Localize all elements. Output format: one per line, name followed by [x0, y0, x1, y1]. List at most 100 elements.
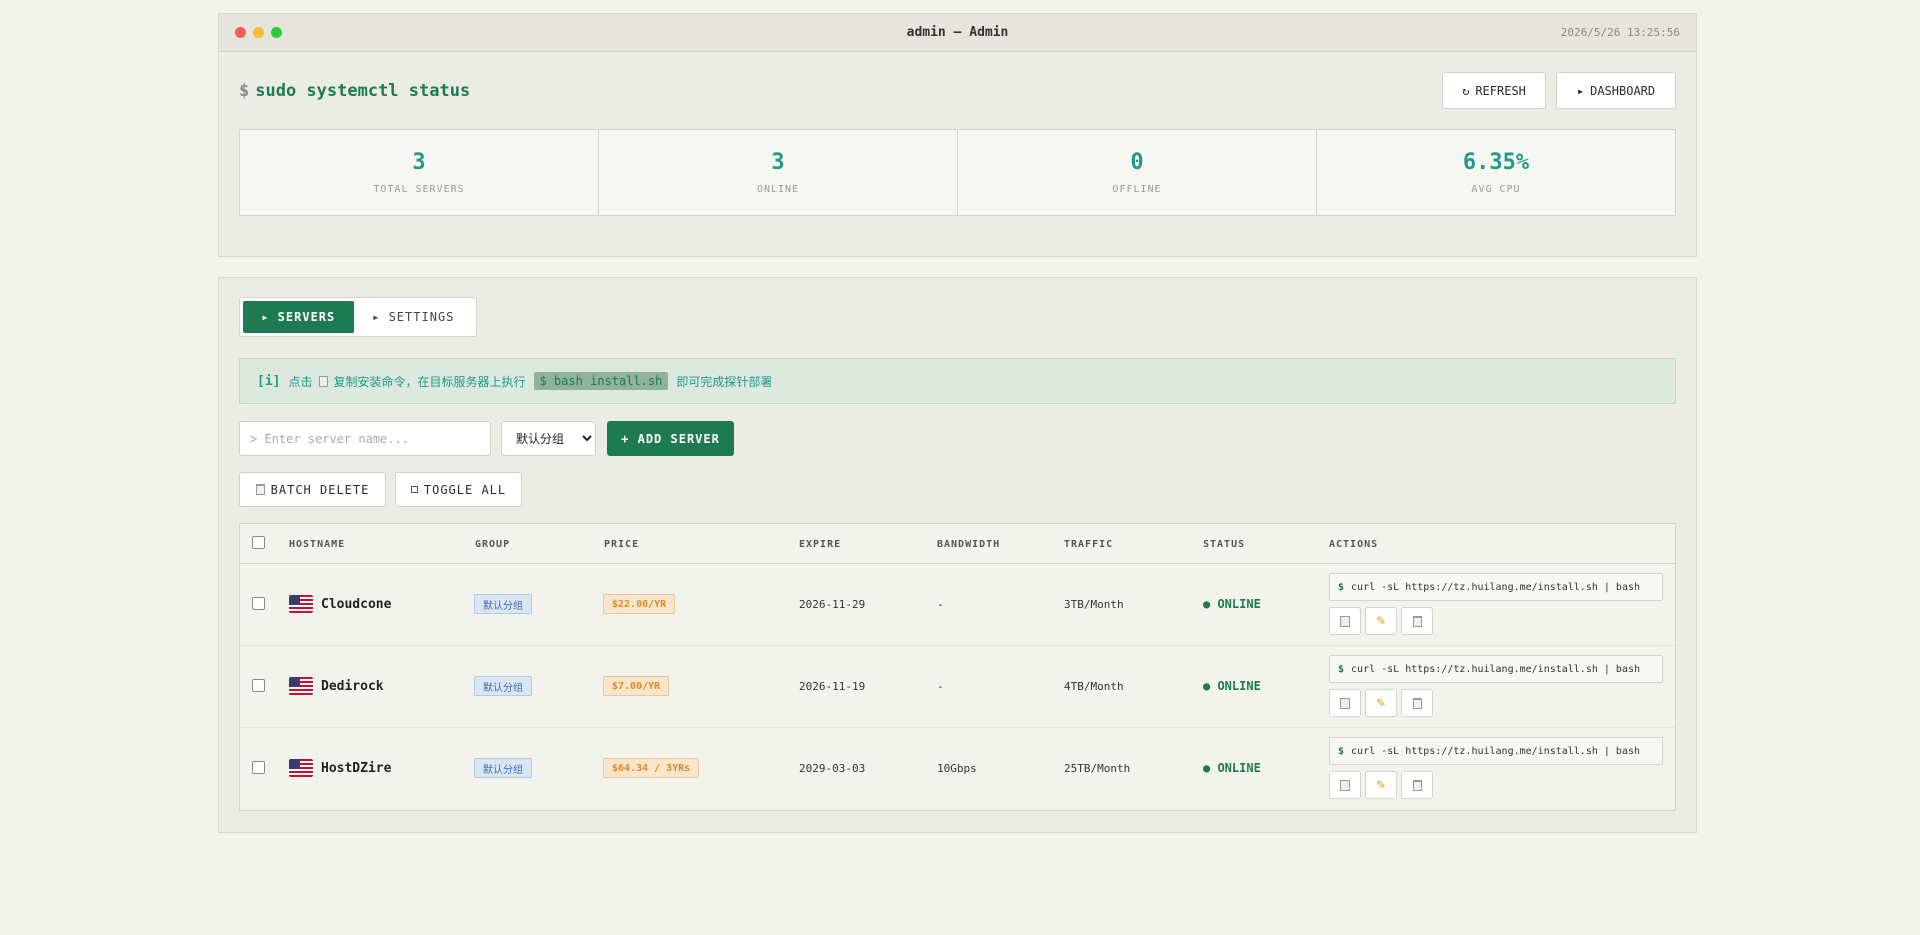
add-server-button[interactable]: + ADD SERVER [607, 421, 734, 456]
info-text-mid: 复制安装命令，在目标服务器上执行 [333, 374, 526, 389]
stats-row: 3 TOTAL SERVERS 3 ONLINE 0 OFFLINE 6.35%… [239, 129, 1676, 216]
info-text-before: 点击 [288, 374, 313, 389]
traffic: 4TB/Month [1064, 680, 1124, 693]
col-bandwidth: BANDWIDTH [937, 539, 1001, 550]
clipboard-icon [318, 375, 328, 387]
price-badge: $64.34 / 3YRs [603, 758, 700, 778]
group-badge: 默认分组 [474, 758, 532, 778]
play-icon: ▸ [1576, 83, 1585, 98]
install-info-banner: [i] 点击 复制安装命令，在目标服务器上执行 $ bash install.s… [239, 358, 1676, 404]
info-tag: [i] [257, 373, 281, 389]
col-hostname: HOSTNAME [289, 539, 346, 550]
delete-button[interactable] [1401, 771, 1433, 799]
hostname: HostDZire [321, 761, 392, 776]
us-flag-icon [289, 677, 313, 695]
row-checkbox[interactable] [252, 597, 265, 610]
edit-button[interactable]: ✎ [1365, 689, 1397, 717]
stat-value: 6.35% [1462, 150, 1530, 175]
copy-button[interactable] [1329, 607, 1361, 635]
command-text: curl -sL https://tz.huilang.me/install.s… [1351, 581, 1641, 593]
toggle-all-button[interactable]: TOGGLE ALL [395, 472, 522, 507]
batch-delete-button[interactable]: BATCH DELETE [239, 472, 386, 507]
install-command-field[interactable]: $ curl -sL https://tz.huilang.me/install.… [1329, 655, 1663, 683]
dashboard-label: DASHBOARD [1590, 83, 1656, 98]
checkbox-icon [410, 486, 418, 493]
group-badge: 默认分组 [474, 676, 532, 696]
trash-icon [255, 484, 265, 495]
tab-bar: ▸ SERVERS ▸ SETTINGS [239, 297, 477, 337]
command-text: sudo systemctl status [255, 81, 471, 101]
server-search-input[interactable] [239, 421, 491, 456]
col-price: PRICE [604, 539, 640, 550]
stat-label: AVG CPU [1471, 184, 1521, 195]
stat-value: 3 [412, 150, 426, 175]
select-all-checkbox[interactable] [252, 536, 265, 549]
copy-button[interactable] [1329, 771, 1361, 799]
batch-delete-label: BATCH DELETE [270, 482, 370, 497]
stat-offline: 0 OFFLINE [958, 130, 1317, 215]
pencil-icon: ✎ [1375, 778, 1387, 792]
install-code: $ bash install.sh [533, 372, 669, 390]
edit-button[interactable]: ✎ [1365, 607, 1397, 635]
status-badge: ● ONLINE [1203, 597, 1261, 611]
delete-button[interactable] [1401, 689, 1433, 717]
trash-icon [1412, 697, 1422, 709]
hostname: Cloudcone [321, 597, 392, 612]
command-prompt: $ [1338, 663, 1345, 675]
stat-avg-cpu: 6.35% AVG CPU [1317, 130, 1675, 215]
us-flag-icon [289, 595, 313, 613]
window-timestamp: 2026/5/26 13:25:56 [1560, 26, 1680, 39]
hostname: Dedirock [321, 679, 384, 694]
expire-date: 2026-11-19 [799, 680, 866, 693]
dashboard-button[interactable]: ▸ DASHBOARD [1556, 72, 1676, 109]
trash-icon [1412, 615, 1422, 627]
command-text: curl -sL https://tz.huilang.me/install.s… [1351, 745, 1641, 757]
pencil-icon: ✎ [1375, 614, 1387, 628]
copy-button[interactable] [1329, 689, 1361, 717]
stat-total-servers: 3 TOTAL SERVERS [240, 130, 599, 215]
expire-date: 2029-03-03 [799, 762, 866, 775]
window-title: admin — Admin [906, 25, 1009, 40]
status-badge: ● ONLINE [1203, 761, 1261, 775]
table-row: Cloudcone 默认分组 $22.00/YR 2026-11-29 - 3T… [240, 564, 1675, 646]
row-checkbox[interactable] [252, 679, 265, 692]
traffic: 3TB/Month [1064, 598, 1124, 611]
stat-label: TOTAL SERVERS [373, 184, 465, 195]
window-titlebar: admin — Admin 2026/5/26 13:25:56 [219, 14, 1696, 52]
refresh-icon: ↻ [1462, 83, 1470, 98]
pencil-icon: ✎ [1375, 696, 1387, 710]
edit-button[interactable]: ✎ [1365, 771, 1397, 799]
install-command-field[interactable]: $ curl -sL https://tz.huilang.me/install.… [1329, 737, 1663, 765]
servers-table: HOSTNAME GROUP PRICE EXPIRE BANDWIDTH TR… [239, 523, 1676, 811]
refresh-button[interactable]: ↻ REFRESH [1442, 72, 1546, 109]
bandwidth: 10Gbps [937, 762, 977, 775]
stat-label: ONLINE [756, 184, 800, 195]
command-text: curl -sL https://tz.huilang.me/install.s… [1351, 663, 1641, 675]
trash-icon [1412, 779, 1422, 791]
bandwidth: - [937, 680, 944, 693]
row-checkbox[interactable] [252, 761, 265, 774]
price-badge: $22.00/YR [603, 594, 676, 614]
command-prompt: $ [1338, 745, 1345, 757]
stat-value: 3 [771, 150, 785, 175]
install-command-field[interactable]: $ curl -sL https://tz.huilang.me/install.… [1329, 573, 1663, 601]
col-actions: ACTIONS [1329, 539, 1379, 550]
bandwidth: - [937, 598, 944, 611]
stat-label: OFFLINE [1112, 184, 1162, 195]
price-badge: $7.00/YR [603, 676, 670, 696]
tab-servers[interactable]: ▸ SERVERS [243, 301, 354, 333]
clipboard-icon [1340, 779, 1350, 791]
group-filter-select[interactable]: 默认分组 [501, 421, 596, 456]
tab-settings[interactable]: ▸ SETTINGS [354, 301, 473, 333]
col-group: GROUP [475, 539, 511, 550]
prompt-symbol: $ [239, 81, 250, 101]
delete-button[interactable] [1401, 607, 1433, 635]
refresh-label: REFRESH [1475, 83, 1526, 98]
servers-panel: ▸ SERVERS ▸ SETTINGS [i] 点击 复制安装命令，在目标服务… [218, 277, 1697, 833]
col-traffic: TRAFFIC [1064, 539, 1114, 550]
stat-value: 0 [1130, 150, 1144, 175]
status-panel: admin — Admin 2026/5/26 13:25:56 $ sudo s… [218, 13, 1697, 257]
stat-online: 3 ONLINE [599, 130, 958, 215]
col-status: STATUS [1203, 539, 1246, 550]
traffic: 25TB/Month [1064, 762, 1131, 775]
